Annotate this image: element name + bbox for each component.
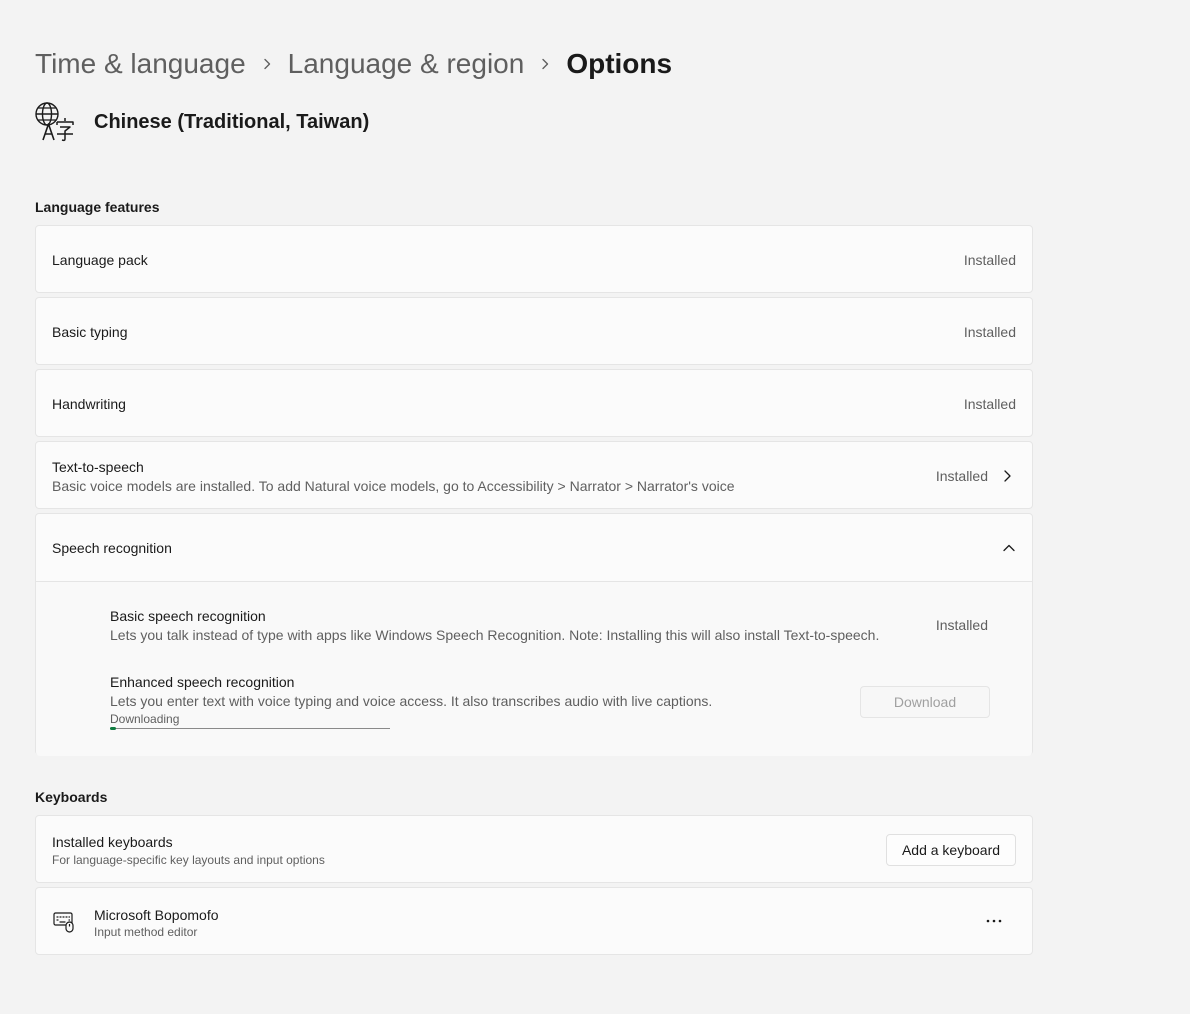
download-progress-fill [110, 727, 116, 730]
enhanced-speech-title: Enhanced speech recognition [110, 674, 295, 690]
breadcrumb-options: Options [566, 48, 673, 79]
installed-keyboards-title: Installed keyboards [52, 834, 173, 850]
language-pack-title: Language pack [52, 252, 148, 268]
more-options-icon[interactable] [984, 911, 1004, 931]
settings-page: Time & language Language & region Option… [0, 0, 1190, 1014]
basic-typing-card: Basic typing Installed [35, 297, 1033, 365]
chevron-up-icon [1003, 544, 1015, 552]
language-title: Chinese (Traditional, Taiwan) [94, 110, 370, 133]
installed-keyboards-card: Installed keyboards For language-specifi… [35, 815, 1033, 883]
language-pack-status: Installed [963, 252, 1016, 268]
text-to-speech-description: Basic voice models are installed. To add… [52, 478, 735, 494]
handwriting-status: Installed [963, 396, 1016, 412]
keyboard-icon [53, 912, 74, 933]
speech-recognition-header[interactable]: Speech recognition [36, 514, 1032, 581]
keyboard-item-microsoft-bopomofo[interactable]: Microsoft Bopomofo Input method editor [35, 887, 1033, 955]
basic-speech-description: Lets you talk instead of type with apps … [110, 627, 880, 643]
language-header: Chinese (Traditional, Taiwan) [35, 102, 369, 142]
language-features-label: Language features [35, 199, 160, 215]
language-translate-icon [35, 102, 74, 142]
language-pack-card: Language pack Installed [35, 225, 1033, 293]
text-to-speech-card[interactable]: Text-to-speech Basic voice models are in… [35, 441, 1033, 509]
speech-recognition-title: Speech recognition [52, 540, 172, 556]
handwriting-card: Handwriting Installed [35, 369, 1033, 437]
breadcrumb: Time & language Language & region Option… [35, 44, 672, 84]
breadcrumb-time-language[interactable]: Time & language [35, 44, 246, 84]
speech-recognition-expander: Speech recognition Basic speech recognit… [35, 513, 1033, 756]
basic-speech-status: Installed [935, 617, 988, 633]
speech-recognition-body: Basic speech recognition Lets you talk i… [36, 581, 1032, 756]
chevron-right-icon [524, 44, 566, 84]
basic-typing-title: Basic typing [52, 324, 128, 340]
basic-typing-status: Installed [963, 324, 1016, 340]
chevron-right-icon [246, 44, 288, 84]
download-progress-bar [110, 727, 390, 730]
text-to-speech-title: Text-to-speech [52, 459, 144, 475]
keyboards-label: Keyboards [35, 789, 108, 805]
installed-keyboards-description: For language-specific key layouts and in… [52, 853, 325, 867]
keyboard-item-title: Microsoft Bopomofo [94, 907, 219, 923]
basic-speech-title: Basic speech recognition [110, 608, 266, 624]
download-progress-label: Downloading [110, 712, 180, 726]
chevron-right-icon [1004, 470, 1011, 482]
enhanced-speech-description: Lets you enter text with voice typing an… [110, 693, 713, 709]
handwriting-title: Handwriting [52, 396, 126, 412]
add-keyboard-button[interactable]: Add a keyboard [886, 834, 1016, 866]
breadcrumb-language-region[interactable]: Language & region [288, 44, 525, 84]
keyboard-item-subtitle: Input method editor [94, 925, 198, 939]
text-to-speech-status: Installed [935, 468, 988, 484]
download-button[interactable]: Download [860, 686, 990, 718]
